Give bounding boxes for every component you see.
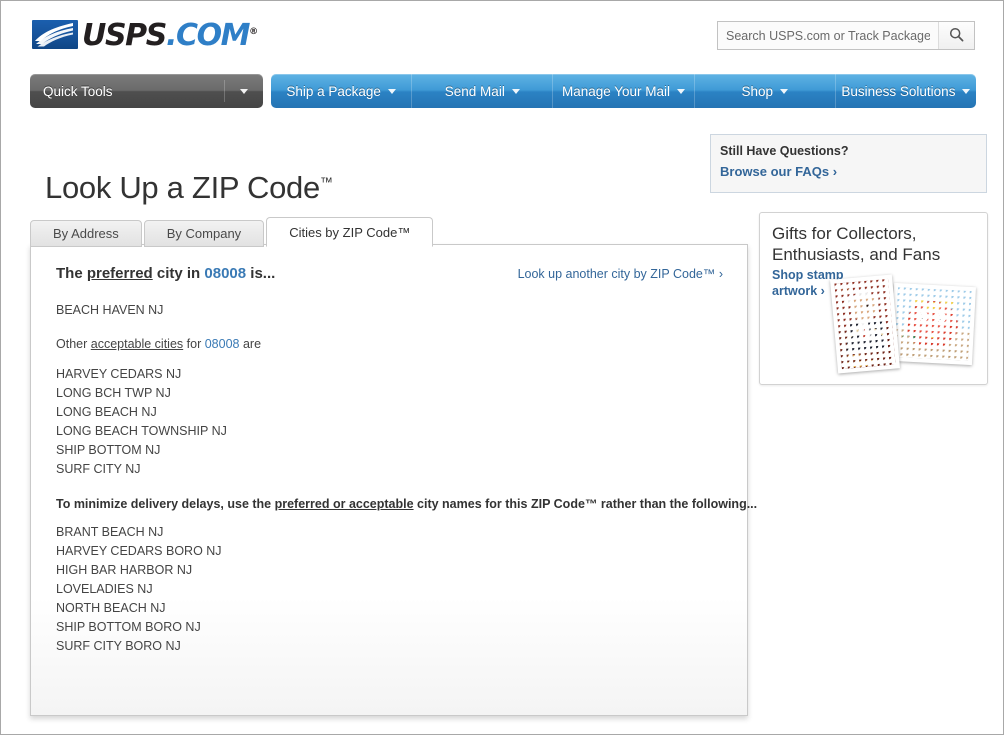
not-recommended-cities-list: BRANT BEACH NJ HARVEY CEDARS BORO NJ HIG…	[56, 523, 222, 656]
chevron-down-icon	[677, 88, 686, 94]
site-header: USPS.COM®	[1, 1, 1003, 69]
svg-text:USA: USA	[839, 287, 850, 294]
nav-item-shop[interactable]: Shop	[695, 74, 836, 108]
brand-dotcom: .COM	[165, 18, 251, 53]
brand-registered-mark: ®	[249, 27, 259, 37]
other-zip-code: 08008	[204, 337, 240, 351]
minimize-delays-note: To minimize delivery delays, use the pre…	[56, 497, 757, 511]
chevron-down-icon	[779, 88, 788, 94]
list-item: LONG BEACH NJ	[56, 405, 157, 419]
page-title: Look Up a ZIP Code™	[45, 170, 333, 206]
minimize-underlined-words: preferred or acceptable	[274, 497, 414, 511]
chevron-down-icon	[511, 88, 520, 94]
svg-text:PUENTE: PUENTE	[845, 358, 878, 369]
list-item: BRANT BEACH NJ	[56, 525, 164, 539]
preferred-city-heading: The preferred city in 08008 is...	[56, 265, 275, 282]
nav-item-business-solutions[interactable]: Business Solutions	[836, 74, 976, 108]
lookup-another-city-link[interactable]: Look up another city by ZIP Code™ ›	[518, 267, 723, 281]
minimize-post: city names for this ZIP Code™ rather tha…	[413, 497, 758, 511]
list-item: LOVELADIES NJ	[56, 582, 153, 596]
list-item: SURF CITY BORO NJ	[56, 639, 181, 653]
acceptable-cities-heading: Other acceptable cities for 08008 are	[56, 337, 261, 351]
still-have-questions-box: Still Have Questions? Browse our FAQs ›	[710, 134, 987, 193]
tab-label: By Company	[166, 226, 242, 241]
other-pre: Other	[56, 337, 91, 351]
list-item: SHIP BOTTOM BORO NJ	[56, 620, 201, 634]
other-acceptable-words: acceptable cities	[90, 337, 184, 351]
primary-nav-bar: Ship a Package Send Mail Manage Your Mai…	[271, 74, 976, 108]
promo-stamp-images: USA TITO PUENTE	[830, 269, 987, 384]
nav-label: Business Solutions	[841, 83, 956, 99]
quick-tools-button[interactable]: Quick Tools	[30, 74, 263, 108]
list-item: HARVEY CEDARS BORO NJ	[56, 544, 222, 558]
minimize-pre: To minimize delivery delays, use the	[56, 497, 275, 511]
page-title-tm: ™	[319, 174, 333, 190]
faq-title: Still Have Questions?	[720, 144, 849, 158]
list-item: NORTH BEACH NJ	[56, 601, 166, 615]
heading-mid: city in	[152, 265, 205, 282]
acceptable-cities-list: HARVEY CEDARS NJ LONG BCH TWP NJ LONG BE…	[56, 365, 227, 479]
usps-eagle-logo-icon	[32, 19, 78, 49]
heading-zip-code: 08008	[204, 265, 247, 282]
nav-item-send-mail[interactable]: Send Mail	[412, 74, 554, 108]
usps-wordmark: USPS.COM®	[82, 17, 258, 51]
tab-by-address[interactable]: By Address	[30, 220, 142, 247]
tab-label: By Address	[53, 226, 119, 241]
page-title-text: Look Up a ZIP Code	[45, 169, 320, 205]
tab-cities-by-zip-code[interactable]: Cities by ZIP Code™	[266, 217, 434, 247]
search-button[interactable]	[938, 22, 974, 49]
tab-by-company[interactable]: By Company	[143, 220, 265, 247]
tito-puente-stamp-image-icon: USA TITO PUENTE	[830, 274, 900, 374]
main-navigation: Quick Tools Ship a Package Send Mail Man…	[30, 74, 976, 108]
quick-tools-label: Quick Tools	[43, 83, 113, 99]
nav-item-manage-your-mail[interactable]: Manage Your Mail	[553, 74, 695, 108]
site-search	[717, 21, 975, 50]
brand-usps: USPS	[82, 18, 167, 53]
search-icon	[949, 27, 964, 45]
nav-label: Shop	[741, 83, 773, 99]
usps-zip-lookup-page: USPS.COM® Quick Tools	[0, 0, 1004, 735]
stamp-art-promo[interactable]: Gifts for Collectors, Enthusiasts, and F…	[759, 212, 988, 385]
list-item: LONG BEACH TOWNSHIP NJ	[56, 424, 227, 438]
search-input[interactable]	[718, 22, 938, 49]
other-mid: for	[183, 337, 205, 351]
list-item: SHIP BOTTOM NJ	[56, 443, 161, 457]
results-panel: The preferred city in 08008 is... Look u…	[30, 244, 757, 716]
list-item: SURF CITY NJ	[56, 462, 141, 476]
lookup-tabs: By Address By Company Cities by ZIP Code…	[30, 217, 435, 247]
nav-label: Ship a Package	[286, 83, 381, 99]
nav-label: Send Mail	[444, 83, 505, 99]
usps-logo[interactable]: USPS.COM®	[32, 17, 258, 51]
tab-label: Cities by ZIP Code™	[289, 224, 411, 240]
promo-title: Gifts for Collectors, Enthusiasts, and F…	[772, 224, 941, 264]
nav-item-ship-a-package[interactable]: Ship a Package	[271, 74, 413, 108]
chevron-down-icon	[962, 88, 971, 94]
list-item: HIGH BAR HARBOR NJ	[56, 563, 193, 577]
browse-faqs-link[interactable]: Browse our FAQs ›	[720, 164, 837, 179]
lion-dance-stamp-image-icon	[890, 282, 976, 366]
preferred-city-value: BEACH HAVEN NJ	[56, 303, 164, 317]
list-item: HARVEY CEDARS NJ	[56, 367, 182, 381]
list-item: LONG BCH TWP NJ	[56, 386, 171, 400]
heading-post: is...	[246, 265, 276, 282]
heading-preferred-word: preferred	[86, 265, 153, 282]
quick-tools-chevron-down-icon	[225, 88, 263, 94]
heading-pre: The	[56, 265, 87, 282]
nav-label: Manage Your Mail	[561, 83, 671, 99]
other-post: are	[239, 337, 262, 351]
footer-spacer	[1, 716, 1003, 734]
chevron-down-icon	[387, 88, 396, 94]
